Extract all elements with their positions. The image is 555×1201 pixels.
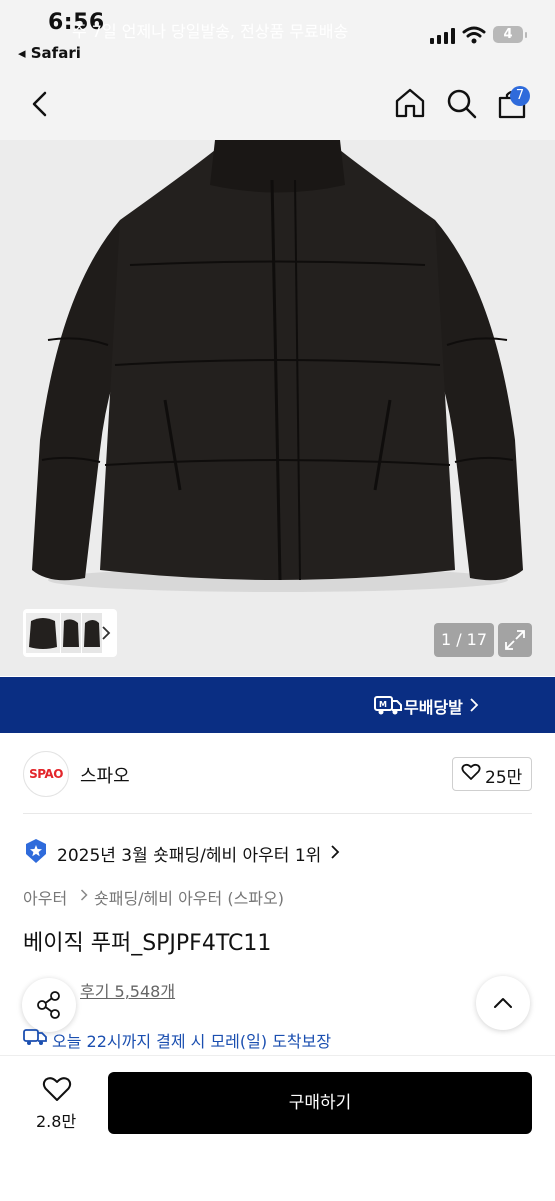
banner-chevron-right-icon bbox=[470, 698, 479, 712]
search-icon[interactable] bbox=[446, 88, 478, 120]
wifi-icon bbox=[462, 26, 486, 44]
banner-text: 주 7일 언제나 당일발송, 전상품 무료배송 bbox=[72, 22, 349, 41]
truck-logo-icon: M bbox=[374, 696, 402, 715]
ranking-badge-icon bbox=[26, 839, 46, 863]
home-icon[interactable] bbox=[394, 87, 426, 119]
buy-button[interactable]: 구매하기 bbox=[108, 1072, 532, 1134]
banner-logo-text: 무배당발 bbox=[404, 698, 463, 717]
breadcrumb-level2[interactable]: 숏패딩/헤비 아우터 (스파오) bbox=[94, 885, 284, 909]
image-counter: 1 / 17 bbox=[434, 623, 494, 657]
expand-button[interactable] bbox=[498, 623, 532, 657]
heart-icon bbox=[461, 763, 481, 780]
wishlist-count: 2.8만 bbox=[36, 1112, 77, 1131]
brand-logo[interactable]: SPAO bbox=[23, 751, 69, 797]
breadcrumb-level1[interactable]: 아우터 bbox=[23, 885, 67, 909]
battery-icon: 4 bbox=[493, 26, 527, 43]
divider bbox=[23, 813, 532, 814]
thumbnail-chevron-right-icon[interactable] bbox=[101, 626, 111, 640]
share-icon bbox=[37, 991, 60, 1019]
cart-count-badge: 7 bbox=[510, 86, 530, 106]
brand-like-count: 25만 bbox=[485, 768, 523, 788]
review-link[interactable]: 후기 5,548개 bbox=[80, 978, 175, 1002]
delivery-truck-icon bbox=[23, 1029, 47, 1045]
ranking-text[interactable]: 2025년 3월 숏패딩/헤비 아우터 1위 bbox=[57, 841, 321, 866]
brand-name[interactable]: 스파오 bbox=[80, 762, 130, 788]
product-image[interactable] bbox=[0, 140, 555, 676]
delivery-guarantee-text: 오늘 22시까지 결제 시 모레(일) 도착보장 bbox=[52, 1032, 332, 1051]
wishlist-heart-icon[interactable] bbox=[42, 1076, 72, 1102]
chevron-up-icon bbox=[494, 998, 512, 1008]
scroll-top-button[interactable] bbox=[476, 976, 530, 1030]
svg-text:M: M bbox=[379, 700, 387, 709]
jacket-image bbox=[0, 140, 555, 676]
share-button[interactable] bbox=[22, 978, 76, 1032]
expand-icon bbox=[505, 630, 525, 650]
ranking-chevron-right-icon[interactable] bbox=[330, 844, 340, 860]
breadcrumb-chevron-icon bbox=[80, 889, 88, 901]
back-icon[interactable] bbox=[28, 90, 52, 118]
back-to-safari-link[interactable]: ◂ Safari bbox=[18, 44, 81, 62]
signal-icon bbox=[430, 28, 455, 44]
product-title: 베이직 푸퍼_SPJPF4TC11 bbox=[23, 931, 272, 956]
